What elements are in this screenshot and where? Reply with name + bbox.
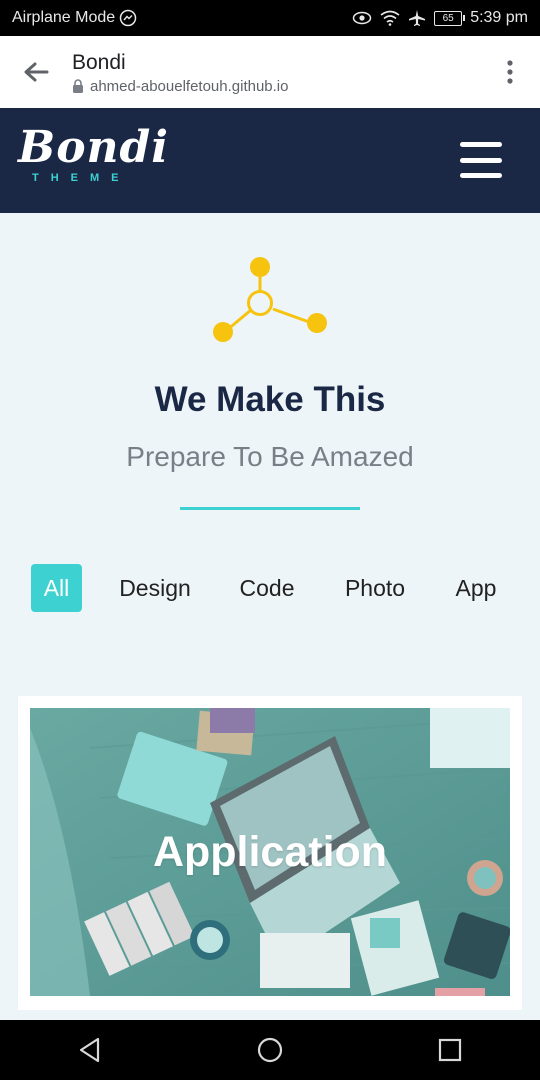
hamburger-menu-button[interactable] (460, 142, 502, 178)
back-button[interactable] (0, 36, 72, 108)
portfolio-filters: All Design Code Photo App (0, 564, 540, 612)
url-row: ahmed-abouelfetouh.github.io (72, 78, 480, 95)
nav-home-button[interactable] (240, 1020, 300, 1080)
filter-design[interactable]: Design (110, 564, 200, 612)
filter-app[interactable]: App (446, 564, 506, 612)
circle-home-icon (257, 1037, 283, 1063)
arrow-left-icon (24, 62, 49, 82)
filter-all[interactable]: All (31, 564, 82, 612)
hamburger-bar (460, 142, 502, 147)
battery-icon: 65 (434, 10, 466, 26)
molecule-icon (213, 257, 327, 342)
messenger-icon (119, 9, 137, 27)
triangle-back-icon (79, 1037, 100, 1063)
battery-level: 65 (442, 12, 454, 24)
site-header: Bondi THEME (0, 108, 540, 213)
eye-icon (352, 11, 372, 25)
more-vert-icon (507, 60, 513, 84)
logo-main-text: Bondi (18, 122, 170, 173)
portfolio-card[interactable]: Application (18, 696, 522, 1010)
browser-bar: Bondi ahmed-abouelfetouh.github.io (0, 36, 540, 108)
filter-photo[interactable]: Photo (334, 564, 416, 612)
status-bar: Airplane Mode 65 5:39 pm (0, 0, 540, 36)
hamburger-bar (460, 173, 502, 178)
nav-recents-button[interactable] (420, 1020, 480, 1080)
section-divider (180, 507, 360, 510)
page-title: Bondi (72, 50, 126, 74)
section-subheading: Prepare To Be Amazed (126, 441, 414, 472)
browser-menu-button[interactable] (480, 36, 540, 108)
nav-back-button[interactable] (60, 1020, 120, 1080)
airplane-mode-text: Airplane Mode (12, 9, 116, 26)
status-right: 65 5:39 pm (352, 9, 528, 27)
wifi-icon (380, 10, 400, 26)
clock: 5:39 pm (470, 9, 528, 26)
url-block[interactable]: Bondi ahmed-abouelfetouh.github.io (72, 50, 480, 95)
url-text: ahmed-abouelfetouh.github.io (90, 77, 289, 95)
site-logo[interactable]: Bondi THEME (18, 122, 169, 184)
status-left: Airplane Mode (12, 9, 137, 27)
hamburger-bar (460, 157, 502, 163)
portfolio-image[interactable]: Application (30, 708, 510, 996)
lock-icon (73, 79, 83, 93)
system-nav-bar (0, 1020, 540, 1080)
section-heading: We Make This (154, 380, 386, 419)
filter-code[interactable]: Code (228, 564, 306, 612)
square-recents-icon (438, 1038, 462, 1062)
airplane-icon (409, 10, 426, 26)
portfolio-card-title: Application (152, 828, 388, 876)
